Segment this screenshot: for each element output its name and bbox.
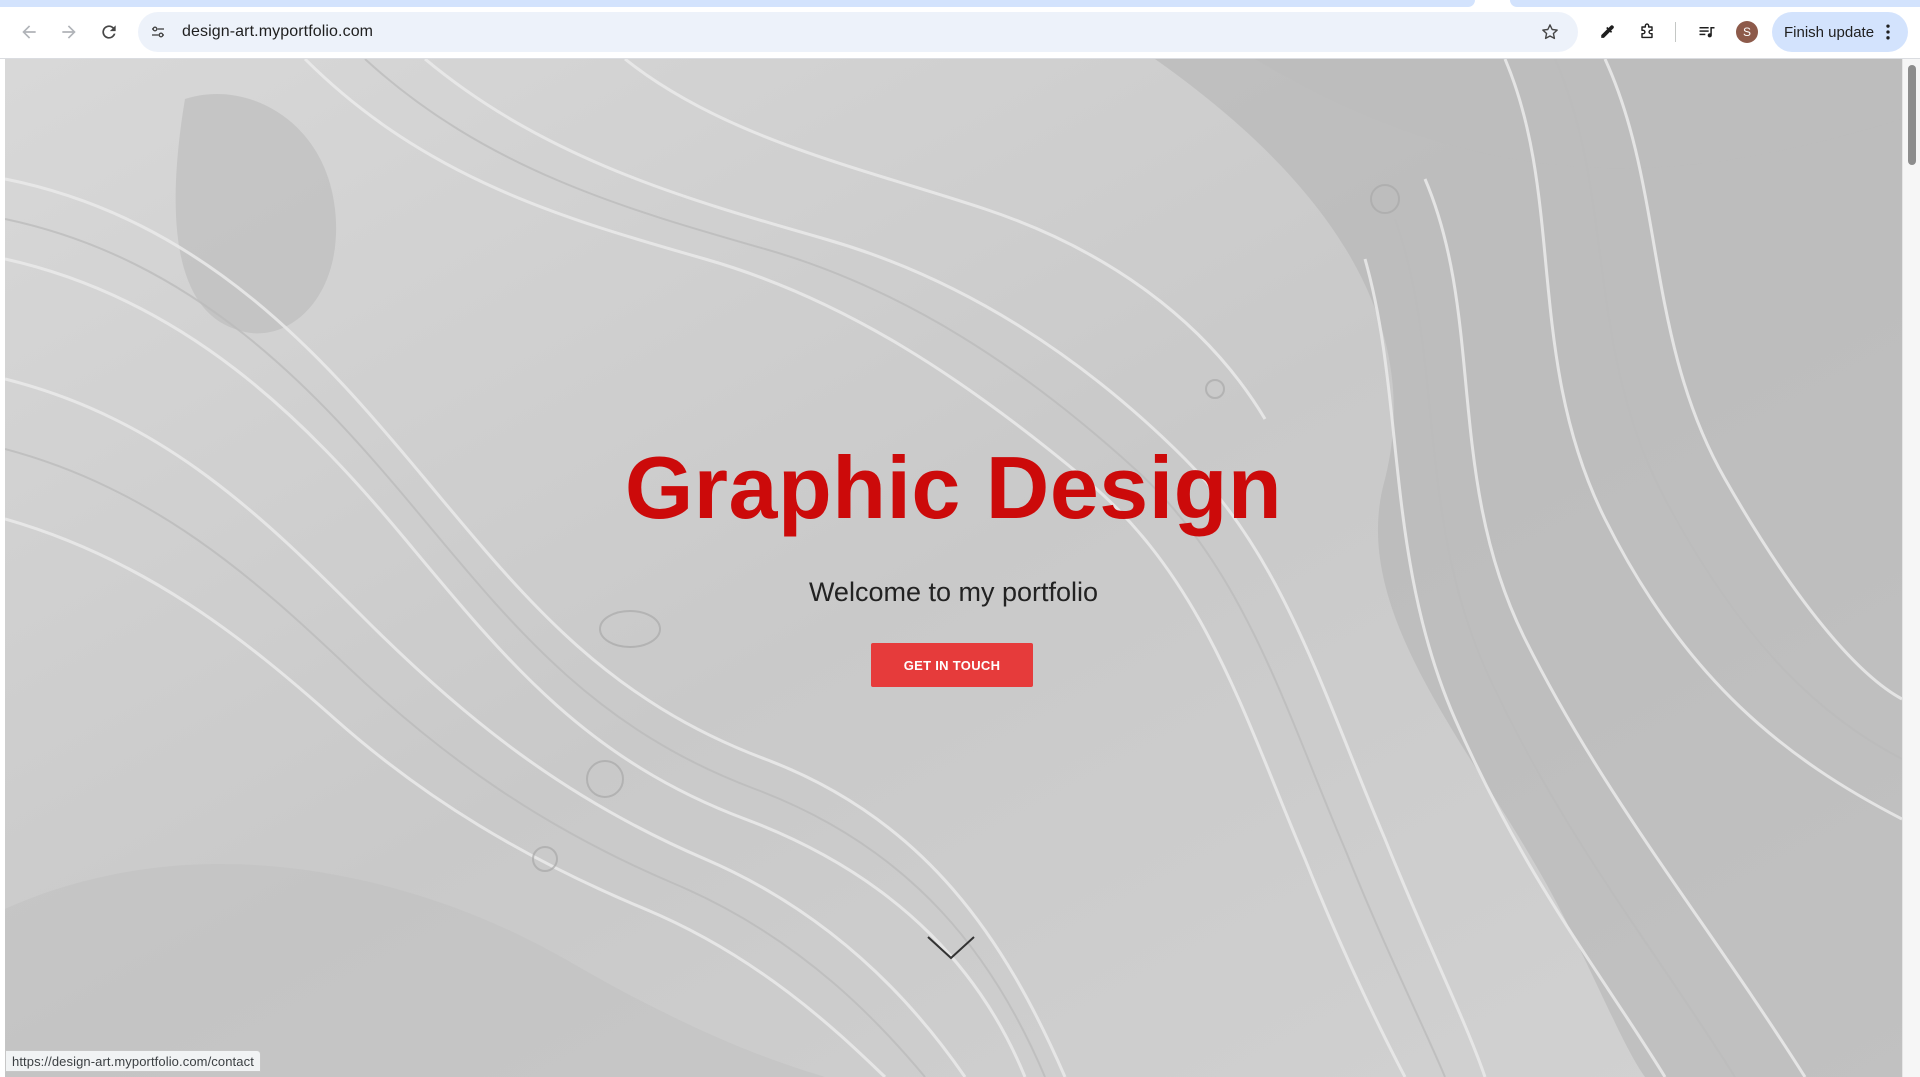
star-icon <box>1542 24 1558 40</box>
browser-toolbar: design-art.myportfolio.com S Finish upda… <box>0 0 1920 59</box>
url-text[interactable]: design-art.myportfolio.com <box>182 23 373 41</box>
page-subtitle: Welcome to my portfolio <box>808 577 1099 607</box>
scrollbar-thumb[interactable] <box>1908 65 1916 165</box>
tab-strip-edge <box>0 0 1475 7</box>
eyedropper-icon <box>1601 25 1614 38</box>
toolbar-divider <box>1675 22 1676 42</box>
profile-avatar[interactable]: S <box>1736 21 1758 43</box>
site-info-button[interactable] <box>140 14 176 50</box>
get-in-touch-button[interactable]: GET IN TOUCH <box>871 643 1033 687</box>
finish-update-button[interactable]: Finish update <box>1772 12 1908 52</box>
page-title: Graphic Design <box>624 438 1283 537</box>
bookmark-button[interactable] <box>1534 16 1566 48</box>
forward-button[interactable] <box>52 15 86 49</box>
back-button[interactable] <box>12 15 46 49</box>
tab-strip-edge-right <box>1510 0 1920 7</box>
address-bar[interactable]: design-art.myportfolio.com <box>138 12 1578 52</box>
finish-update-label: Finish update <box>1784 23 1875 41</box>
page-scrollbar[interactable] <box>1902 59 1920 1077</box>
status-bubble-url: https://design-art.myportfolio.com/conta… <box>5 1050 261 1072</box>
puzzle-icon <box>1641 23 1653 39</box>
tune-icon <box>152 26 164 38</box>
page-viewport: Graphic Design Welcome to my portfolio G… <box>5 59 1902 1077</box>
reload-icon <box>102 25 116 39</box>
extensions-button[interactable] <box>1630 15 1664 49</box>
reading-list-button[interactable] <box>1690 15 1724 49</box>
eyedropper-button[interactable] <box>1590 15 1624 49</box>
reload-button[interactable] <box>92 15 126 49</box>
arrow-left-icon <box>22 25 36 39</box>
more-vertical-icon[interactable] <box>1878 22 1898 42</box>
marble-background <box>5 59 1902 1077</box>
media-queue-icon <box>1699 27 1715 38</box>
chevron-down-icon[interactable] <box>926 934 976 962</box>
arrow-right-icon <box>62 25 76 39</box>
